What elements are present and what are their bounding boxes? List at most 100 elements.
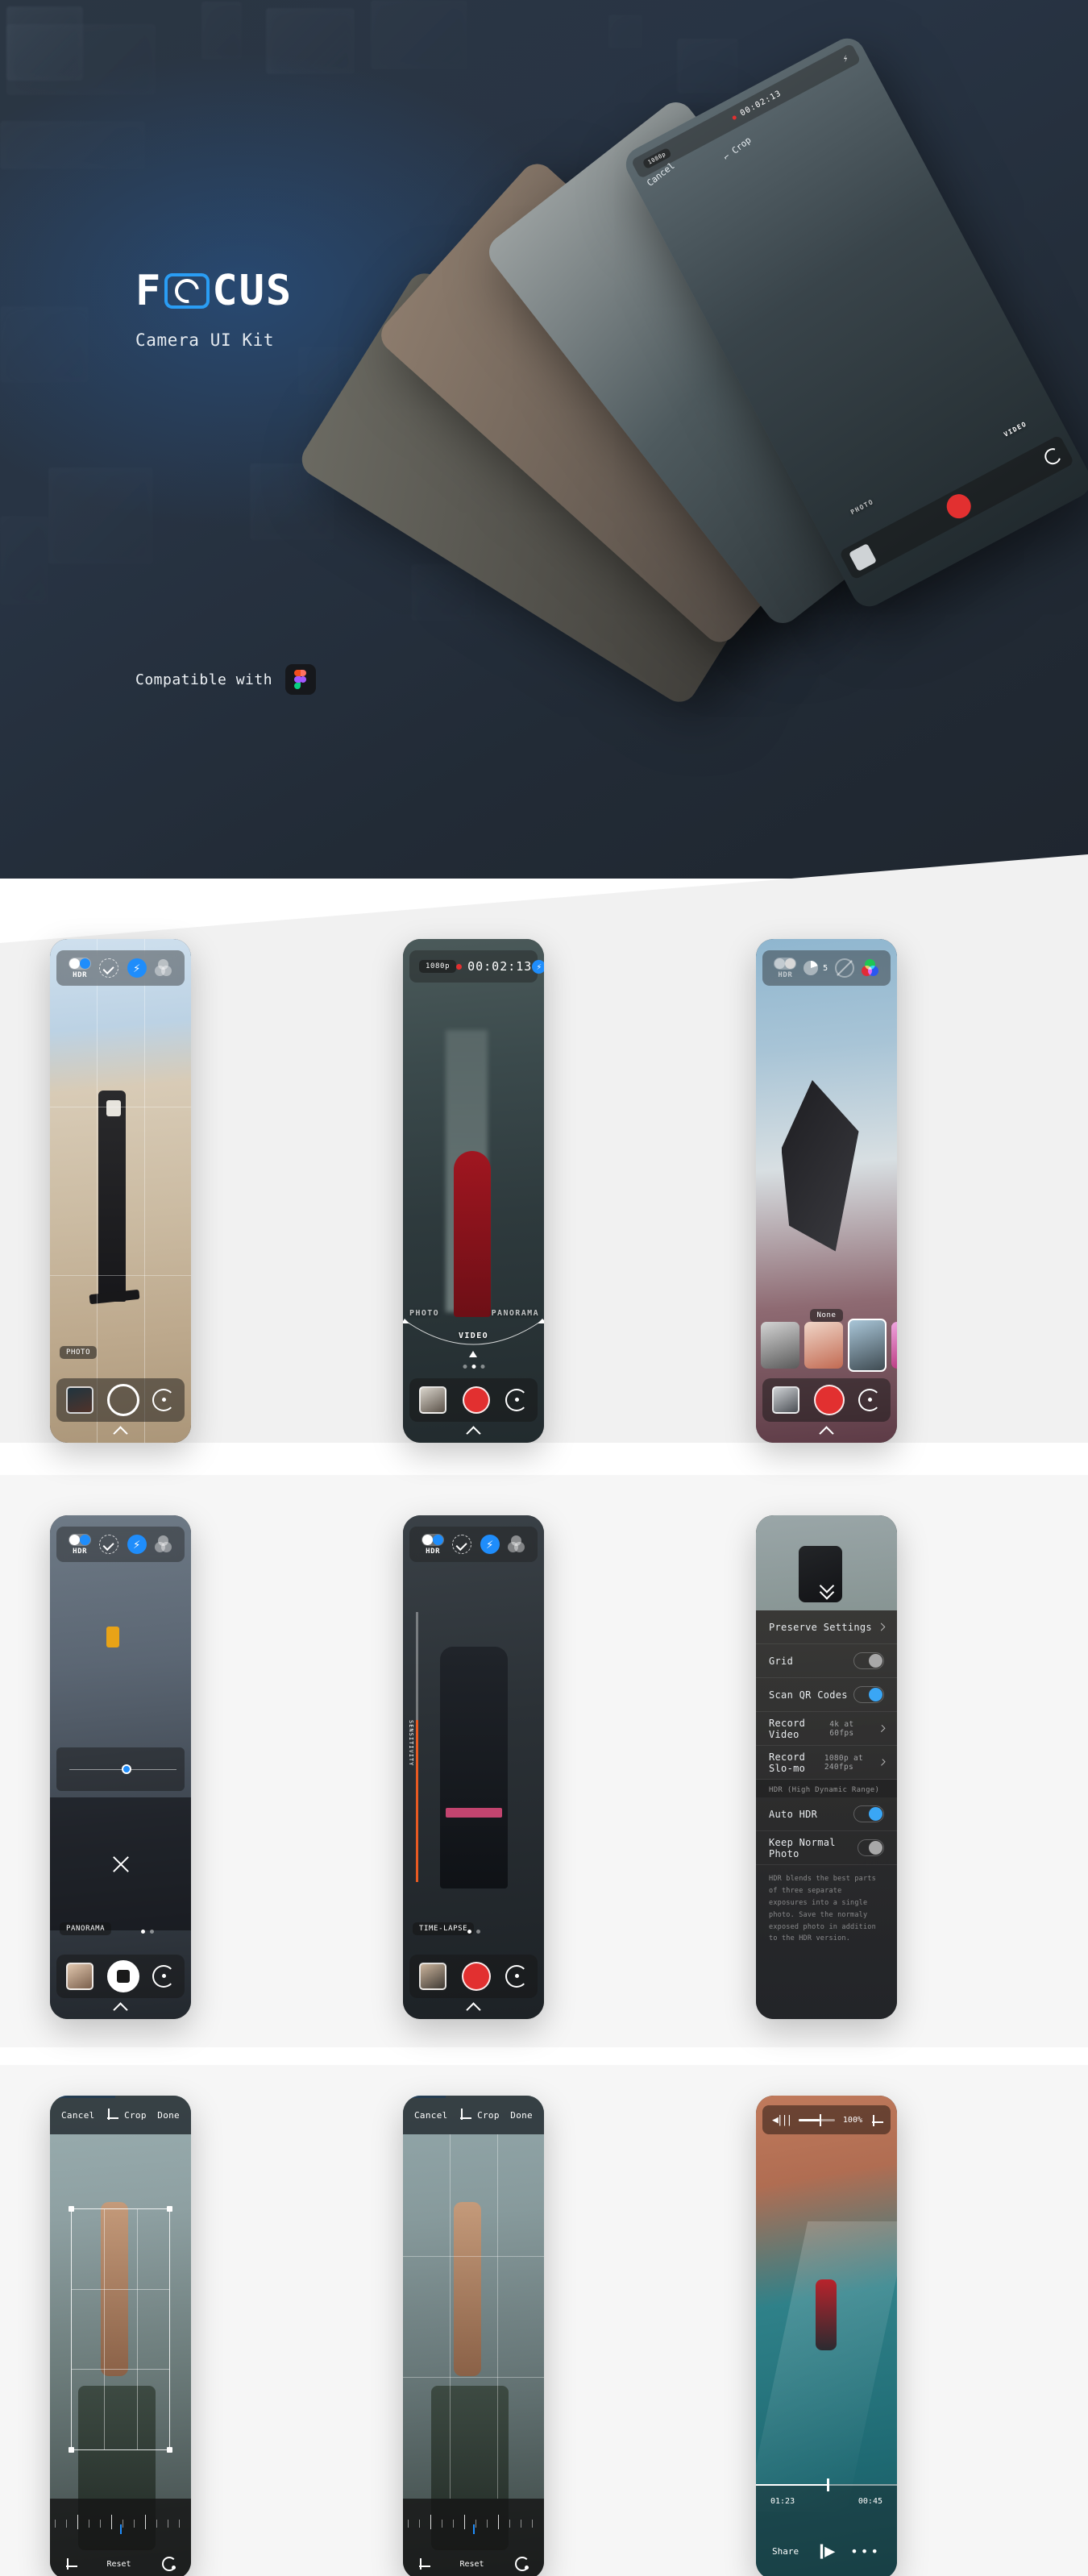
crop-handle[interactable] [69, 2447, 74, 2453]
mode-video[interactable]: VIDEO [459, 1332, 488, 1340]
done-button[interactable]: Done [157, 2110, 180, 2121]
hdr-switch[interactable] [421, 1533, 445, 1546]
camera-topbar[interactable]: HDR ⚡ [56, 950, 185, 986]
crop-actions[interactable]: Reset [403, 2557, 544, 2571]
hdr-switch[interactable] [774, 957, 797, 970]
hdr-switch[interactable] [69, 957, 92, 970]
timer-icon[interactable] [99, 1535, 119, 1554]
gallery-thumbnail[interactable] [419, 1386, 446, 1414]
volume-icon[interactable]: ◀||| [772, 2114, 792, 2126]
chevron-up-icon[interactable] [468, 1428, 480, 1435]
screen-filters[interactable]: HDR 5 None [756, 939, 897, 1443]
gallery-thumbnail[interactable] [419, 1963, 446, 1990]
seek-bar[interactable] [756, 2478, 897, 2491]
mode-panorama[interactable]: PANORAMA [492, 1309, 539, 1318]
crop-handle[interactable] [69, 2206, 74, 2212]
record-button[interactable] [462, 1386, 490, 1414]
flash-bolt-icon[interactable]: ⚡ [480, 1535, 500, 1554]
hdr-toggle[interactable]: HDR [421, 1533, 445, 1556]
stop-button[interactable] [106, 1960, 139, 1992]
crop-frame[interactable] [69, 2206, 172, 2453]
player-volume-bar[interactable]: ◀||| 100% [762, 2105, 891, 2134]
volume-slider[interactable] [799, 2113, 835, 2126]
screen-video[interactable]: 1080p 00:02:13 ⚡ Auto PHOTO VI [403, 939, 544, 1443]
gallery-thumbnail[interactable] [66, 1386, 93, 1414]
cancel-button[interactable]: Cancel [61, 2110, 95, 2121]
chevron-down-icon[interactable] [819, 1578, 834, 1600]
rotate-icon[interactable] [514, 2557, 529, 2571]
angle-ruler[interactable]: 160° [50, 2513, 191, 2534]
fullscreen-icon[interactable] [870, 2114, 883, 2126]
cancel-button[interactable]: Cancel [414, 2110, 448, 2121]
screen-timelapse[interactable]: HDR ⚡ SENSITIVITY TIME-LAPSE [403, 1515, 544, 2019]
crop-handle[interactable] [167, 2206, 172, 2212]
exposure-slider[interactable]: SENSITIVITY [408, 1612, 430, 1882]
camera-bottombar[interactable] [409, 1378, 538, 1422]
grid-toggle[interactable] [853, 1652, 884, 1669]
gallery-thumbnail[interactable] [772, 1386, 799, 1414]
rotate-icon[interactable] [161, 2557, 176, 2571]
auto-hdr-toggle[interactable] [853, 1805, 884, 1822]
camera-bottombar[interactable] [409, 1955, 538, 1998]
flip-camera-icon[interactable] [152, 1389, 175, 1411]
aspect-ratio-icon[interactable] [64, 2558, 77, 2570]
screen-crop-b[interactable]: Cancel Crop Done 160° [403, 2096, 544, 2576]
record-button[interactable] [461, 1962, 491, 1991]
color-filters-icon[interactable] [507, 1535, 525, 1553]
color-filters-icon[interactable] [154, 959, 172, 977]
shutter-button-red[interactable] [813, 1385, 845, 1415]
settings-row-qr[interactable]: Scan QR Codes [756, 1678, 897, 1712]
flash-bolt-icon[interactable]: ⚡ [127, 958, 147, 978]
camera-topbar[interactable]: HDR 5 [762, 950, 891, 986]
flash-bolt-icon[interactable]: ⚡ [532, 959, 544, 974]
hdr-toggle[interactable]: HDR [774, 957, 797, 979]
mode-picker[interactable]: PHOTO VIDEO PANORAMA [403, 1309, 544, 1364]
flash-bolt-icon[interactable]: ⚡ [127, 1535, 147, 1554]
crop-bottom-bar[interactable]: 160° Reset [50, 2499, 191, 2576]
hdr-switch[interactable] [69, 1533, 92, 1546]
flip-camera-icon[interactable] [505, 1389, 528, 1411]
player-controls[interactable]: 01:23 00:45 Share ❙▶ ••• [756, 2478, 897, 2576]
done-button[interactable]: Done [510, 2110, 533, 2121]
reset-button[interactable]: Reset [106, 2560, 131, 2569]
keep-normal-toggle[interactable] [858, 1839, 884, 1856]
filter-thumb[interactable] [804, 1322, 843, 1369]
play-button-icon[interactable]: ❙▶ [816, 2541, 835, 2561]
screen-player[interactable]: ◀||| 100% 01:23 00:45 Share ❙▶ ••• [756, 2096, 897, 2576]
hdr-toggle[interactable]: HDR [69, 1533, 92, 1556]
crop-bottom-bar[interactable]: 160° Reset [403, 2499, 544, 2576]
timer-control[interactable]: 5 [804, 961, 828, 975]
hdr-toggle[interactable]: HDR [69, 957, 92, 979]
flip-camera-icon[interactable] [152, 1965, 175, 1988]
settings-row-auto-hdr[interactable]: Auto HDR [756, 1797, 897, 1831]
screen-settings[interactable]: Preserve Settings Grid Scan QR Codes Rec… [756, 1515, 897, 2019]
panorama-capture-strip[interactable] [56, 1747, 185, 1791]
crop-toolbar[interactable]: Cancel Crop Done [50, 2096, 191, 2134]
share-button[interactable]: Share [772, 2546, 799, 2557]
screen-crop-a[interactable]: Cancel Crop Done 160° [50, 2096, 191, 2576]
filter-thumb[interactable] [761, 1322, 799, 1369]
more-options-icon[interactable]: ••• [850, 2544, 881, 2559]
color-filters-icon[interactable] [154, 1535, 172, 1553]
camera-bottombar[interactable] [56, 1955, 185, 1998]
video-topbar[interactable]: 1080p 00:02:13 ⚡ Auto [409, 950, 544, 983]
camera-bottombar[interactable] [56, 1378, 185, 1422]
qr-toggle[interactable] [853, 1686, 884, 1703]
gallery-thumbnail[interactable] [66, 1963, 93, 1990]
settings-row-record-video[interactable]: Record Video 4k at 60fps [756, 1712, 897, 1746]
settings-row-preserve[interactable]: Preserve Settings [756, 1610, 897, 1644]
chevron-up-icon[interactable] [115, 2005, 127, 2011]
settings-row-keep-normal[interactable]: Keep Normal Photo [756, 1831, 897, 1865]
flip-camera-icon[interactable] [505, 1965, 528, 1988]
player-actions[interactable]: Share ❙▶ ••• [756, 2541, 897, 2561]
chevron-up-icon[interactable] [468, 2005, 480, 2011]
filter-thumb[interactable] [891, 1322, 897, 1369]
color-filters-icon[interactable] [861, 959, 879, 977]
filter-thumb-selected[interactable] [848, 1319, 887, 1372]
filter-carousel[interactable] [761, 1319, 897, 1372]
timer-icon[interactable] [452, 1535, 472, 1554]
flip-camera-icon[interactable] [858, 1389, 881, 1411]
crop-toolbar[interactable]: Cancel Crop Done [403, 2096, 544, 2134]
screen-photo[interactable]: HDR ⚡ PHOTO [50, 939, 191, 1443]
flash-auto-control[interactable]: ⚡ Auto [532, 959, 544, 974]
